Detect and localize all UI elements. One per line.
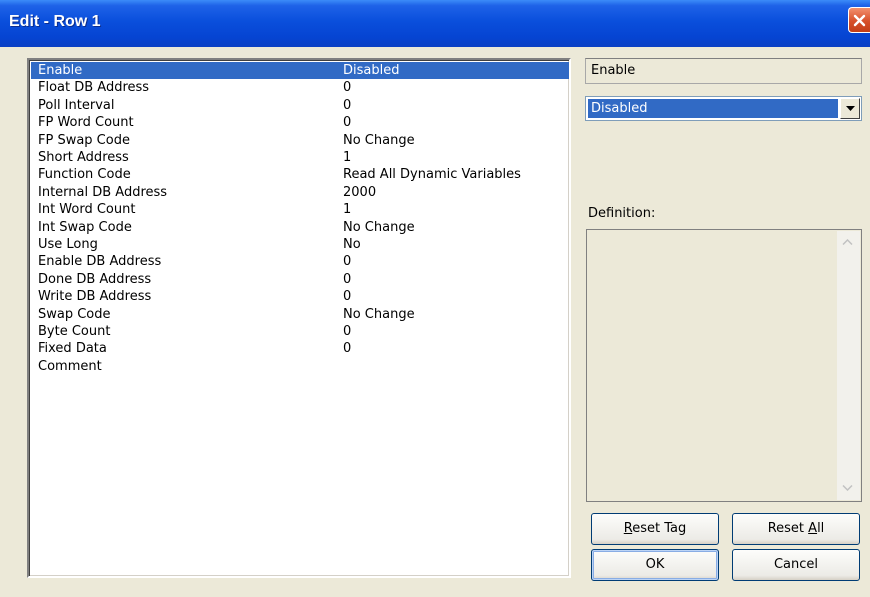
param-name: Int Swap Code xyxy=(38,219,132,235)
close-icon xyxy=(853,14,866,27)
param-value: 0 xyxy=(343,254,352,270)
list-item[interactable]: Int Word Count 1 xyxy=(31,201,569,218)
list-item[interactable]: Done DB Address 0 xyxy=(31,271,569,288)
value-dropdown[interactable]: Disabled xyxy=(585,96,862,121)
param-value: No Change xyxy=(343,306,415,322)
list-item[interactable]: Poll Interval 0 xyxy=(31,97,569,114)
selected-field-name: Enable xyxy=(585,58,862,84)
param-name: Fixed Data xyxy=(38,341,107,357)
reset-all-button[interactable]: Reset All xyxy=(732,513,860,545)
scroll-down-button[interactable] xyxy=(837,477,860,500)
param-name: Short Address xyxy=(38,150,129,165)
list-item[interactable]: Comment xyxy=(31,358,569,375)
list-item[interactable]: Function Code Read All Dynamic Variables xyxy=(31,166,569,183)
close-button[interactable] xyxy=(848,7,870,33)
list-item[interactable]: Short Address 1 xyxy=(31,149,569,166)
param-value: 0 xyxy=(343,289,352,305)
param-name: Comment xyxy=(38,358,102,374)
scroll-up-icon xyxy=(842,239,853,245)
ok-button[interactable]: OK xyxy=(591,549,719,581)
reset-tag-accelerator: R xyxy=(623,521,633,536)
list-item[interactable]: FP Word Count 0 xyxy=(31,114,569,131)
param-name: Write DB Address xyxy=(38,289,152,305)
window-title: Edit - Row 1 xyxy=(9,13,101,30)
selected-field-label: Enable xyxy=(591,63,636,78)
param-value: 1 xyxy=(343,202,352,218)
definition-textbox xyxy=(586,229,862,502)
list-item[interactable]: Swap Code No Change xyxy=(31,306,569,323)
param-name: Float DB Address xyxy=(38,80,150,96)
definition-label: Definition: xyxy=(588,206,656,221)
param-value: No Change xyxy=(343,219,415,235)
param-value: 0 xyxy=(343,115,352,131)
list-item[interactable]: FP Swap Code No Change xyxy=(31,132,569,149)
param-value: 0 xyxy=(343,80,352,96)
list-item[interactable]: Int Swap Code No Change xyxy=(31,219,569,236)
reset-all-label-pre: Reset xyxy=(767,521,809,536)
param-name: Use Long xyxy=(38,237,98,252)
param-value: 2000 xyxy=(343,184,377,200)
param-name: Swap Code xyxy=(38,306,111,322)
reset-all-label-post: ll xyxy=(817,521,825,536)
list-item[interactable]: Use Long No xyxy=(31,236,569,253)
parameter-list[interactable]: Enable Disabled Float DB Address 0 Poll Inte… xyxy=(27,58,571,578)
list-item[interactable]: Write DB Address 0 xyxy=(31,288,569,305)
param-value: 0 xyxy=(343,341,352,357)
param-value: Disabled xyxy=(343,63,400,78)
param-name: FP Word Count xyxy=(38,115,134,131)
list-item[interactable]: Byte Count 0 xyxy=(31,323,569,340)
scroll-down-icon xyxy=(842,485,853,491)
title-bar: Edit - Row 1 xyxy=(0,0,870,47)
param-value: 1 xyxy=(343,150,352,165)
param-value: 0 xyxy=(343,97,352,113)
param-value: No Change xyxy=(343,132,415,148)
param-name: Enable xyxy=(38,63,83,78)
dropdown-arrow-button[interactable] xyxy=(840,98,860,119)
chevron-down-icon xyxy=(846,106,855,111)
param-name: Int Word Count xyxy=(38,202,136,218)
dropdown-selected-value: Disabled xyxy=(588,99,838,118)
param-name: Done DB Address xyxy=(38,271,152,287)
param-value: Read All Dynamic Variables xyxy=(343,167,521,183)
param-name: Enable DB Address xyxy=(38,254,162,270)
list-item[interactable]: Enable DB Address 0 xyxy=(31,253,569,270)
param-name: Function Code xyxy=(38,167,131,183)
param-value: 0 xyxy=(343,271,352,287)
param-name: Internal DB Address xyxy=(38,184,168,200)
param-name: Poll Interval xyxy=(38,97,115,113)
list-item[interactable]: Float DB Address 0 xyxy=(31,79,569,96)
list-item[interactable]: Enable Disabled xyxy=(31,62,569,79)
cancel-button[interactable]: Cancel xyxy=(732,549,860,581)
list-item[interactable]: Internal DB Address 2000 xyxy=(31,184,569,201)
scroll-up-button[interactable] xyxy=(837,231,860,254)
param-name: Byte Count xyxy=(38,324,111,339)
param-value: 0 xyxy=(343,324,352,339)
reset-tag-button[interactable]: Reset Tag xyxy=(591,513,719,545)
reset-all-accelerator: A xyxy=(808,521,818,536)
list-item[interactable]: Fixed Data 0 xyxy=(31,340,569,357)
param-name: FP Swap Code xyxy=(38,132,130,148)
reset-tag-label-post: eset Tag xyxy=(632,521,687,536)
definition-scrollbar[interactable] xyxy=(837,231,860,500)
param-value: No xyxy=(343,237,361,252)
